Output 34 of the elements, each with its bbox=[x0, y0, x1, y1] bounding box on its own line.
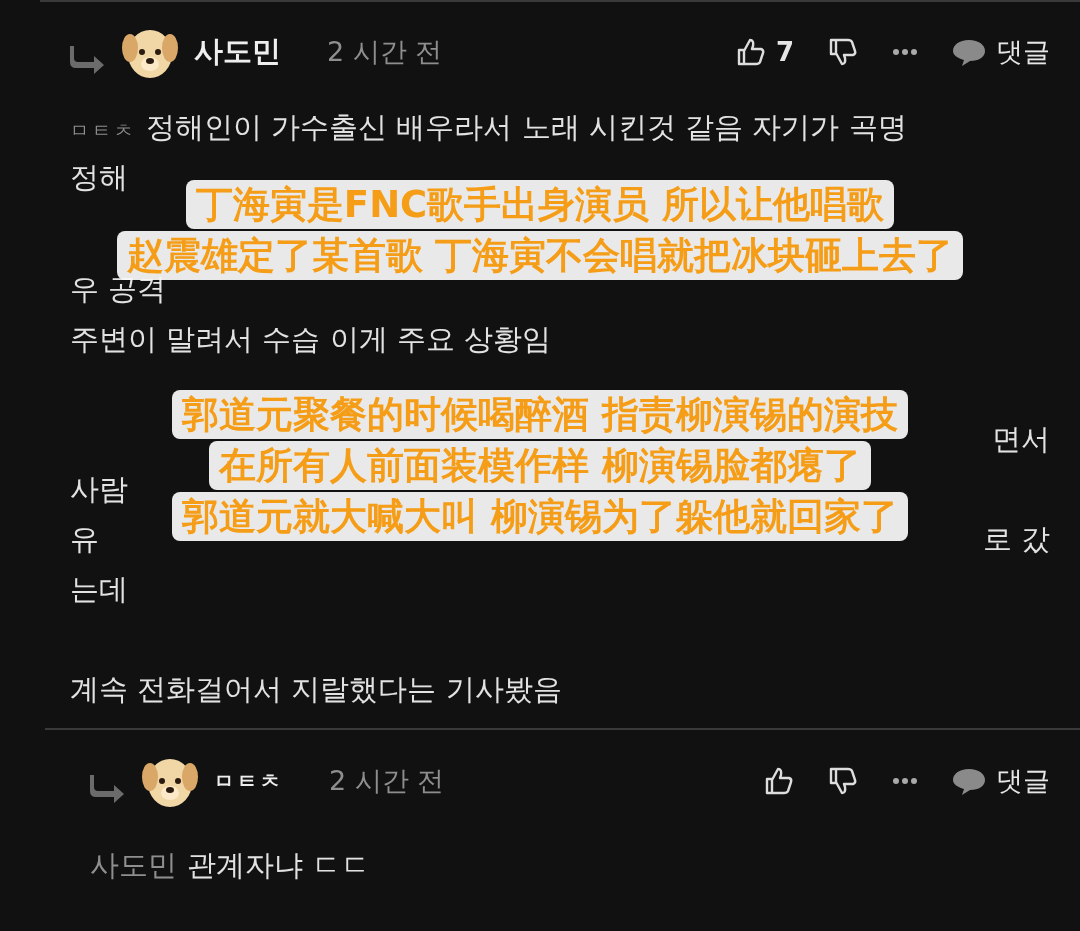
author-name[interactable]: ㅁㅌㅊ bbox=[214, 767, 283, 795]
more-icon[interactable] bbox=[892, 777, 918, 785]
more-icon[interactable] bbox=[892, 48, 918, 56]
reply-button[interactable]: 댓글 bbox=[952, 763, 1050, 799]
comment-text: 계속 전화걸어서 지랄했다는 기사봤음 bbox=[70, 671, 562, 708]
author-name[interactable]: 사도민 bbox=[194, 32, 281, 72]
thumbs-down-icon[interactable] bbox=[828, 766, 858, 796]
subtitle-caption: 郭道元聚餐的时候喝醉酒 指责柳演锡的演技 bbox=[172, 390, 908, 439]
comment-text: 정해인이 가수출신 배우라서 노래 시킨것 같음 자기가 곡명 bbox=[146, 109, 907, 146]
reply-button[interactable]: 댓글 bbox=[952, 34, 1050, 70]
like-button[interactable] bbox=[764, 766, 794, 796]
subtitle-caption: 在所有人前面装模作样 柳演锡脸都瘪了 bbox=[209, 441, 871, 490]
comment-text: 사람 bbox=[70, 471, 128, 508]
subtitle-caption: 丁海寅是FNC歌手出身演员 所以让他唱歌 bbox=[185, 180, 895, 229]
timestamp: 2 시간 전 bbox=[327, 35, 443, 69]
speech-bubble-icon bbox=[952, 766, 986, 796]
like-button[interactable]: 7 bbox=[735, 37, 794, 67]
subtitle-caption: 郭道元就大喊大叫 柳演锡为了躲他就回家了 bbox=[172, 492, 908, 541]
thumbs-up-icon bbox=[735, 37, 766, 67]
comment-text: 면서 bbox=[992, 421, 1050, 458]
comment-text: 관계자냐 ㄷㄷ bbox=[187, 847, 371, 884]
comment-text: 주변이 말려서 수습 이게 주요 상황임 bbox=[70, 321, 552, 358]
comment-text: 정해 bbox=[70, 159, 128, 196]
thumbs-up-icon bbox=[764, 766, 794, 796]
mention[interactable]: 사도민 bbox=[90, 840, 177, 890]
timestamp: 2 시간 전 bbox=[329, 764, 445, 798]
comment-text: 유 bbox=[70, 521, 99, 558]
reply-arrow-icon bbox=[90, 773, 126, 803]
mention[interactable]: ㅁㅌㅊ bbox=[70, 105, 136, 155]
comment-text: 는데 bbox=[70, 571, 128, 608]
speech-bubble-icon bbox=[952, 37, 986, 67]
thumbs-down-icon[interactable] bbox=[828, 37, 858, 67]
reply-arrow-icon bbox=[70, 44, 106, 74]
comment-text: 로 갔 bbox=[982, 521, 1050, 558]
